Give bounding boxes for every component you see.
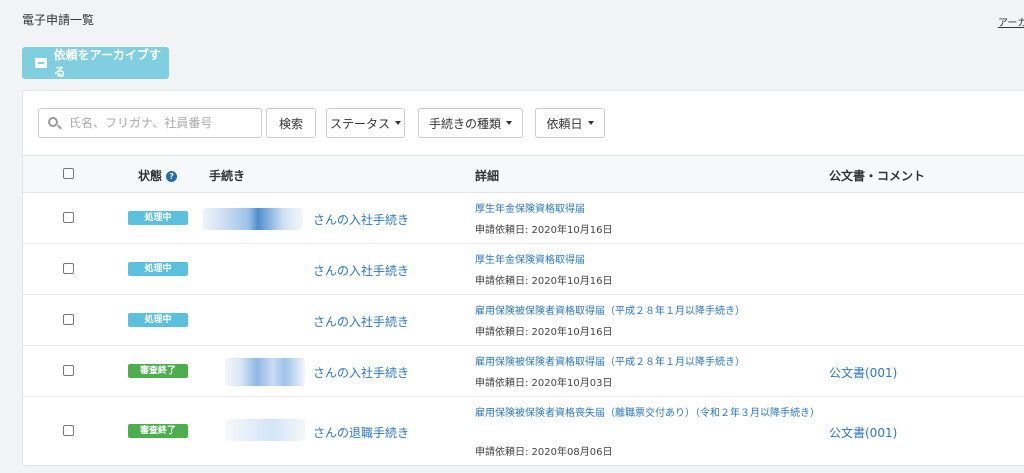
- detail-link[interactable]: 雇用保険被保険者資格取得届（平成２８年１月以降手続き）: [475, 305, 825, 319]
- document-link[interactable]: 公文書(001): [829, 424, 897, 441]
- table-row[interactable]: 審査終了 さんの入社手続き 雇用保険被保険者資格取得届（平成２８年１月以降手続き…: [23, 346, 1024, 397]
- document-header: 公文書・コメント: [829, 169, 926, 183]
- status-header-label: 状態: [138, 169, 163, 183]
- requests-panel: 検索 ステータス 手続きの種類 依頼日 状態? 手続き 詳細 公文書・コメント …: [22, 90, 1024, 466]
- request-date: 申請依頼日: 2020年10月16日: [475, 225, 613, 236]
- request-date: 申請依頼日: 2020年08月06日: [475, 447, 613, 458]
- chevron-down-icon: [506, 121, 512, 125]
- request-date-dropdown[interactable]: 依頼日: [535, 108, 605, 138]
- status-badge: 処理中: [128, 262, 188, 276]
- status-header: 状態?: [138, 167, 178, 184]
- search-icon: [48, 117, 58, 127]
- redacted-name: [225, 358, 305, 386]
- chevron-down-icon: [587, 121, 594, 125]
- status-dropdown[interactable]: ステータス: [326, 108, 405, 138]
- status-badge: 審査終了: [128, 424, 188, 438]
- procedure-link[interactable]: さんの入社手続き: [313, 313, 409, 330]
- search-input[interactable]: [38, 108, 262, 138]
- request-date: 申請依頼日: 2020年10月16日: [475, 276, 613, 287]
- table-row[interactable]: 処理中 さんの入社手続き 厚生年金保険資格取得届 申請依頼日: 2020年10月…: [23, 244, 1024, 295]
- procedure-link[interactable]: さんの退職手続き: [313, 424, 409, 441]
- search-button-label: 検索: [278, 116, 303, 131]
- status-badge: 処理中: [128, 211, 188, 225]
- request-date: 申請依頼日: 2020年10月16日: [475, 327, 613, 338]
- row-checkbox[interactable]: [63, 365, 74, 376]
- table-header: 状態? 手続き 詳細 公文書・コメント: [23, 155, 1024, 193]
- document-link[interactable]: 公文書(001): [829, 364, 897, 381]
- search-button[interactable]: 検索: [266, 108, 316, 138]
- row-checkbox[interactable]: [63, 212, 74, 223]
- detail-link[interactable]: 厚生年金保険資格取得届: [475, 203, 825, 217]
- table-row[interactable]: 審査終了 さんの退職手続き 雇用保険被保険者資格喪失届（離職票交付あり）（令和２…: [23, 397, 1024, 465]
- row-checkbox[interactable]: [63, 425, 74, 436]
- table-row[interactable]: 処理中 さんの入社手続き 雇用保険被保険者資格取得届（平成２８年１月以降手続き）…: [23, 295, 1024, 346]
- filter-bar: 検索 ステータス 手続きの種類 依頼日: [23, 91, 1024, 155]
- detail-link[interactable]: 雇用保険被保険者資格取得届（平成２８年１月以降手続き）: [475, 356, 825, 370]
- help-icon[interactable]: ?: [166, 171, 178, 182]
- detail-header: 詳細: [475, 169, 500, 183]
- procedure-type-dropdown-label: 手続きの種類: [428, 116, 501, 131]
- procedure-link[interactable]: さんの入社手続き: [313, 211, 409, 228]
- procedure-header: 手続き: [209, 169, 246, 183]
- chevron-down-icon: [395, 121, 401, 125]
- page-title: 電子申請一覧: [22, 13, 95, 27]
- request-date-dropdown-label: 依頼日: [546, 116, 583, 131]
- detail-link[interactable]: 厚生年金保険資格取得届: [475, 254, 825, 268]
- status-dropdown-label: ステータス: [329, 116, 390, 131]
- select-all-checkbox[interactable]: [63, 168, 74, 179]
- procedure-link[interactable]: さんの入社手続き: [313, 262, 409, 279]
- request-date: 申請依頼日: 2020年10月03日: [475, 378, 613, 389]
- procedure-type-dropdown[interactable]: 手続きの種類: [418, 108, 523, 138]
- procedure-link[interactable]: さんの入社手続き: [313, 364, 409, 381]
- status-badge: 審査終了: [128, 364, 188, 378]
- redacted-name: [203, 208, 303, 230]
- archive-requests-button[interactable]: 依頼をアーカイブする: [22, 47, 169, 79]
- detail-link[interactable]: 雇用保険被保険者資格喪失届（離職票交付あり）（令和２年３月以降手続き）: [475, 407, 825, 421]
- status-badge: 処理中: [128, 313, 188, 327]
- archive-link[interactable]: アーカイブ: [998, 14, 1024, 29]
- archive-button-label: 依頼をアーカイブする: [53, 48, 161, 79]
- redacted-name: [225, 419, 305, 441]
- archive-box-icon: [35, 58, 47, 68]
- table-row[interactable]: 処理中 さんの入社手続き 厚生年金保険資格取得届 申請依頼日: 2020年10月…: [23, 193, 1024, 244]
- row-checkbox[interactable]: [63, 314, 74, 325]
- row-checkbox[interactable]: [63, 263, 74, 274]
